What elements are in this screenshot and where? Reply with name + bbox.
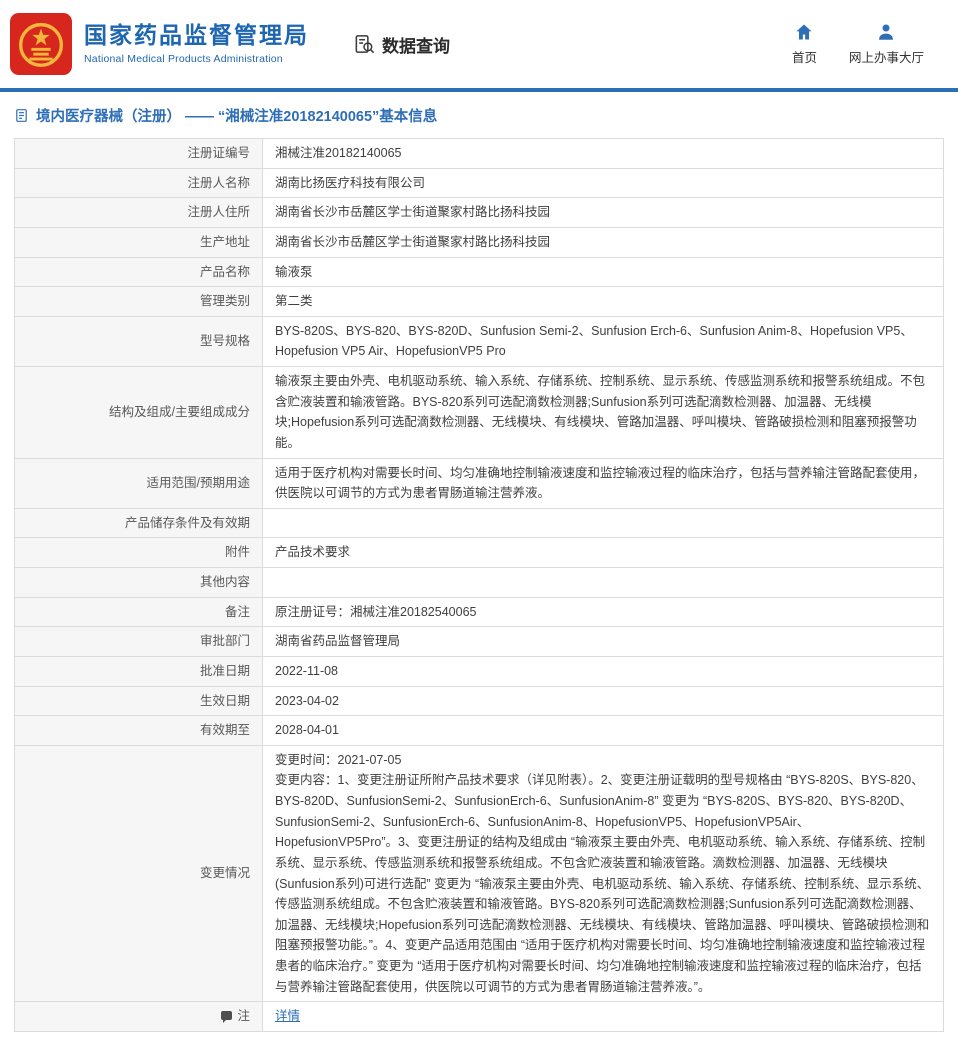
- row-label: 备注: [14, 596, 263, 628]
- nav-home[interactable]: 首页: [792, 22, 817, 66]
- registration-info-table: 注册证编号 湘械注准20182140065 注册人名称 湖南比扬医疗科技有限公司…: [14, 138, 944, 1032]
- row-value: 输液泵主要由外壳、电机驱动系统、输入系统、存储系统、控制系统、显示系统、传感监测…: [262, 366, 944, 459]
- row-value: [262, 507, 944, 539]
- table-row: 批准日期 2022-11-08: [14, 655, 944, 687]
- row-label: 附件: [14, 537, 263, 568]
- row-value: 产品技术要求: [262, 537, 944, 568]
- row-value: 湖南省长沙市岳麓区学士街道聚家村路比扬科技园: [262, 197, 944, 228]
- row-value: BYS-820S、BYS-820、BYS-820D、Sunfusion Semi…: [262, 315, 944, 368]
- site-header: 国家药品监督管理局 National Medical Products Admi…: [0, 0, 958, 88]
- table-row: 备注 原注册证号：湘械注准20182540065: [14, 596, 944, 628]
- home-icon: [796, 24, 812, 40]
- row-label: 生产地址: [14, 226, 263, 258]
- row-label: 产品储存条件及有效期: [14, 507, 263, 539]
- row-label: 生效日期: [14, 685, 263, 717]
- data-query-tab[interactable]: 数据查询: [353, 32, 450, 57]
- row-label: 变更情况: [14, 744, 263, 1003]
- row-value: 第二类: [262, 286, 944, 317]
- table-row: 注册证编号 湘械注准20182140065: [14, 138, 944, 169]
- table-row: 结构及组成/主要组成成分 输液泵主要由外壳、电机驱动系统、输入系统、存储系统、控…: [14, 366, 944, 459]
- table-row: 产品储存条件及有效期: [14, 507, 944, 539]
- row-value: 输液泵: [262, 256, 944, 288]
- table-row: 生效日期 2023-04-02: [14, 685, 944, 717]
- header-nav: 首页 网上办事大厅: [792, 22, 940, 66]
- table-row: 注册人名称 湖南比扬医疗科技有限公司: [14, 167, 944, 199]
- table-row: 管理类别 第二类: [14, 286, 944, 317]
- row-value: 详情: [262, 1001, 944, 1032]
- row-value: 适用于医疗机构对需要长时间、均匀准确地控制输液速度和监控输液过程的临床治疗，包括…: [262, 457, 944, 509]
- table-row: 有效期至 2028-04-01: [14, 715, 944, 746]
- row-label: 注册人住所: [14, 197, 263, 228]
- table-row: 变更情况 变更时间：2021-07-05 变更内容：1、变更注册证所附产品技术要…: [14, 744, 944, 1003]
- site-title-block: 国家药品监督管理局 National Medical Products Admi…: [84, 22, 309, 65]
- npma-logo: [10, 13, 72, 75]
- national-emblem-icon: [10, 13, 72, 75]
- row-label: 批准日期: [14, 655, 263, 687]
- row-value: [262, 567, 944, 598]
- row-value: 湖南省长沙市岳麓区学士街道聚家村路比扬科技园: [262, 226, 944, 258]
- row-label: 适用范围/预期用途: [14, 457, 263, 509]
- row-label: 产品名称: [14, 256, 263, 288]
- row-label: 管理类别: [14, 286, 263, 317]
- user-icon: [879, 24, 894, 40]
- row-label: 结构及组成/主要组成成分: [14, 366, 263, 459]
- row-label: 注册证编号: [14, 138, 263, 169]
- nav-online-hall[interactable]: 网上办事大厅: [849, 22, 924, 66]
- data-query-label: 数据查询: [382, 36, 450, 56]
- info-table-body: 注册证编号 湘械注准20182140065 注册人名称 湖南比扬医疗科技有限公司…: [14, 138, 944, 1032]
- page-title: 境内医疗器械（注册） —— “湘械注准20182140065”基本信息: [36, 109, 438, 125]
- nav-home-label: 首页: [791, 51, 817, 65]
- table-row: 注册人住所 湖南省长沙市岳麓区学士街道聚家村路比扬科技园: [14, 197, 944, 228]
- table-row: 产品名称 输液泵: [14, 256, 944, 288]
- data-query-icon: [355, 34, 375, 53]
- table-row: 型号规格 BYS-820S、BYS-820、BYS-820D、Sunfusion…: [14, 315, 944, 368]
- table-row: 注 详情: [14, 1001, 944, 1032]
- site-name: 国家药品监督管理局: [84, 22, 309, 49]
- row-label: 其他内容: [14, 567, 263, 598]
- table-row: 附件 产品技术要求: [14, 537, 944, 568]
- page-title-row: 境内医疗器械（注册） —— “湘械注准20182140065”基本信息: [0, 92, 958, 136]
- row-value: 湖南比扬医疗科技有限公司: [262, 167, 944, 199]
- row-value: 2028-04-01: [262, 715, 944, 746]
- detail-link[interactable]: 详情: [275, 1009, 300, 1023]
- table-row: 审批部门 湖南省药品监督管理局: [14, 626, 944, 657]
- row-label: 注: [14, 1001, 263, 1032]
- row-label: 审批部门: [14, 626, 263, 657]
- table-row: 生产地址 湖南省长沙市岳麓区学士街道聚家村路比扬科技园: [14, 226, 944, 258]
- row-value: 湖南省药品监督管理局: [262, 626, 944, 657]
- row-value: 2022-11-08: [262, 655, 944, 687]
- nav-online-hall-label: 网上办事大厅: [848, 51, 924, 65]
- site-name-en: National Medical Products Administration: [84, 52, 283, 65]
- row-value: 原注册证号：湘械注准20182540065: [262, 596, 944, 628]
- document-icon: [16, 109, 27, 122]
- row-label: 注册人名称: [14, 167, 263, 199]
- row-value: 2023-04-02: [262, 685, 944, 717]
- row-label: 有效期至: [14, 715, 263, 746]
- note-icon: [221, 1011, 233, 1024]
- row-value: 湘械注准20182140065: [262, 138, 944, 169]
- row-value: 变更时间：2021-07-05 变更内容：1、变更注册证所附产品技术要求（详见附…: [262, 744, 944, 1003]
- table-row: 适用范围/预期用途 适用于医疗机构对需要长时间、均匀准确地控制输液速度和监控输液…: [14, 457, 944, 509]
- table-row: 其他内容: [14, 567, 944, 598]
- row-label: 型号规格: [14, 315, 263, 368]
